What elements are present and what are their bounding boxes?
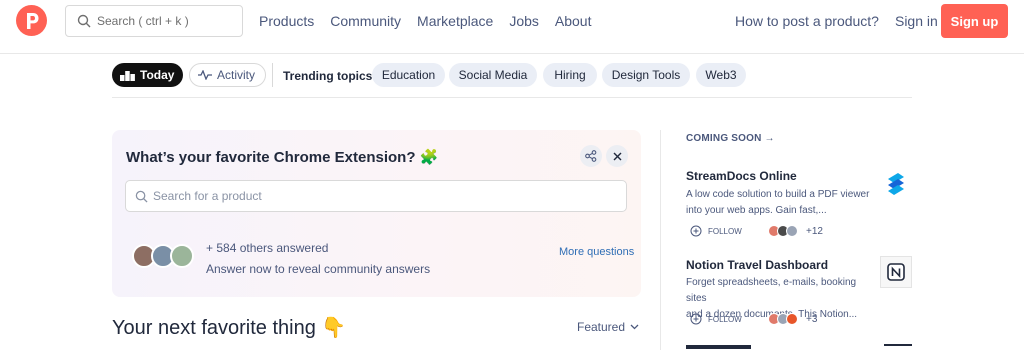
close-button[interactable]: [606, 145, 628, 167]
follow-button[interactable]: FOLLOW: [690, 313, 742, 325]
follower-count: +3: [806, 314, 818, 325]
upcoming-product-title[interactable]: Notion Travel Dashboard: [686, 258, 828, 272]
notion-logo-icon[interactable]: [880, 256, 912, 288]
search-icon: [77, 14, 91, 28]
search-icon: [135, 190, 148, 203]
share-icon: [585, 150, 597, 162]
p-letter-icon: [26, 12, 38, 29]
nav-community[interactable]: Community: [330, 13, 401, 29]
sidebar-divider: [660, 130, 661, 350]
account-nav: How to post a product? Sign in: [735, 13, 938, 29]
activity-label: Activity: [217, 68, 256, 82]
sort-dropdown[interactable]: Featured: [577, 320, 639, 334]
product-search-box[interactable]: [125, 180, 627, 212]
follow-label: FOLLOW: [708, 314, 742, 324]
how-to-post-link[interactable]: How to post a product?: [735, 13, 879, 29]
today-button[interactable]: Today: [112, 63, 183, 87]
plus-circle-icon: [690, 313, 702, 325]
nav-marketplace[interactable]: Marketplace: [417, 13, 493, 29]
avatar: [786, 225, 798, 237]
follow-button[interactable]: FOLLOW: [690, 225, 742, 237]
topic-social-media[interactable]: Social Media: [449, 63, 537, 87]
search-input[interactable]: [97, 14, 237, 28]
topics-divider: [272, 63, 273, 87]
product-hunt-logo[interactable]: [16, 5, 47, 36]
nav-jobs[interactable]: Jobs: [509, 13, 539, 29]
chevron-down-icon: [630, 324, 639, 330]
streamdocs-logo-icon[interactable]: [880, 168, 912, 200]
close-icon: [613, 152, 621, 160]
activity-button[interactable]: Activity: [189, 63, 266, 87]
streamdocs-logo-icon: [888, 173, 904, 195]
nav-products[interactable]: Products: [259, 13, 314, 29]
activity-pulse-icon: [198, 70, 212, 80]
upcoming-product-title[interactable]: StreamDocs Online: [686, 169, 797, 183]
topic-hiring[interactable]: Hiring: [543, 63, 597, 87]
question-title: What’s your favorite Chrome Extension? 🧩: [126, 149, 439, 166]
main-nav: Products Community Marketplace Jobs Abou…: [259, 13, 607, 29]
follow-label: FOLLOW: [708, 226, 742, 236]
nav-about[interactable]: About: [555, 13, 592, 29]
reveal-prompt: Answer now to reveal community answers: [206, 262, 431, 276]
topic-design-tools[interactable]: Design Tools: [602, 63, 690, 87]
more-questions-link[interactable]: More questions: [559, 246, 634, 258]
sign-up-button[interactable]: Sign up: [941, 4, 1008, 38]
question-card: What’s your favorite Chrome Extension? 🧩…: [112, 130, 641, 297]
description-line: A low code solution to build a PDF viewe…: [686, 189, 870, 200]
topics-bar: Today Activity Trending topics: Educatio…: [112, 63, 912, 98]
today-label: Today: [140, 68, 175, 82]
search-box[interactable]: [65, 5, 243, 37]
product-search-input[interactable]: [153, 189, 593, 203]
description-line: Forget spreadsheets, e-mails, booking si…: [686, 277, 857, 304]
share-button[interactable]: [580, 145, 602, 167]
sign-in-link[interactable]: Sign in: [895, 13, 938, 29]
plus-circle-icon: [690, 225, 702, 237]
answered-count: + 584 others answered: [206, 241, 329, 255]
upcoming-product-title-partial[interactable]: [686, 344, 766, 350]
follower-count: +12: [806, 226, 823, 237]
feed-heading: Your next favorite thing 👇: [112, 317, 347, 339]
avatar: [786, 313, 798, 325]
topic-education[interactable]: Education: [372, 63, 445, 87]
product-thumbnail-partial: [884, 344, 912, 350]
coming-soon-link[interactable]: COMING SOON →: [686, 133, 775, 144]
notion-logo-icon: [887, 263, 905, 281]
upcoming-product-description: A low code solution to build a PDF viewe…: [686, 187, 876, 219]
top-header: Products Community Marketplace Jobs Abou…: [0, 0, 1024, 54]
answer-avatars: [132, 244, 196, 270]
trending-label: Trending topics:: [283, 69, 377, 83]
sort-label: Featured: [577, 320, 626, 334]
podium-icon: [120, 71, 135, 81]
avatar: [170, 244, 194, 268]
description-line: into your web apps. Gain fast,...: [686, 205, 827, 216]
topic-web3[interactable]: Web3: [696, 63, 746, 87]
